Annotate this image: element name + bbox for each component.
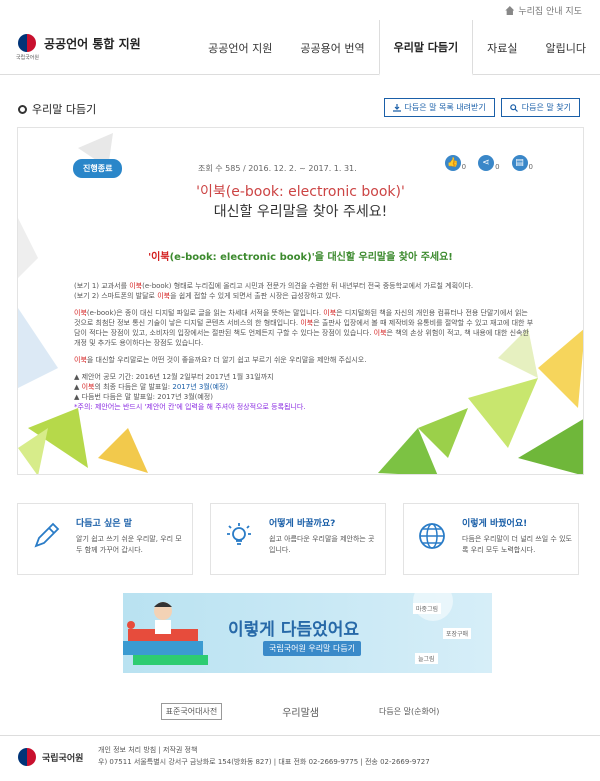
promo-banner[interactable]: 이렇게 다듬었어요 국립국어원 우리말 다듬기 마중그림 포장구매 늘그림 <box>123 593 492 673</box>
like-button[interactable]: 👍 0 <box>444 155 466 171</box>
feature-changed-words[interactable]: 이렇게 바꿨어요! 다듬은 우리말이 더 널리 쓰일 수 있도록 우리 모두 노… <box>403 503 579 575</box>
post-title-term: '이북(e-book: electronic book)' <box>196 184 405 200</box>
nav-public-term-translation[interactable]: 공공용어 번역 <box>286 20 378 75</box>
footer-logo: 국립국어원 <box>18 748 83 766</box>
nav-resources[interactable]: 자료실 <box>473 20 531 75</box>
post-title: 대신할 우리말을 찾아 주세요! <box>213 204 388 220</box>
footer-info: 개인 정보 처리 방침 | 저작권 정책 우) 07511 서울특별시 강서구 금… <box>98 746 430 766</box>
globe-icon <box>419 523 445 549</box>
family-site-urimalsaem[interactable]: 우리말샘 <box>282 704 319 719</box>
thumbs-up-icon: 👍 <box>444 155 461 171</box>
share-button[interactable]: ⋖ 0 <box>478 155 500 171</box>
family-sites: 표준국어대사전 우리말샘 다듬은 말(순화어) <box>0 703 600 720</box>
post-headline: '이북(e-book: electronic book)'을 대신할 우리말을 … <box>148 252 453 263</box>
nav-notices[interactable]: 알립니다 <box>532 20 600 75</box>
nav-refine-words[interactable]: 우리말 다듬기 <box>378 20 474 76</box>
download-icon <box>392 103 401 112</box>
download-list-button[interactable]: 다듬은 말 목록 내려받기 <box>383 98 495 117</box>
post-card: 진행종료 조회 수 585 / 2016. 12. 2. ~ 2017. 1. … <box>17 127 584 475</box>
emblem-icon: 국립국어원 <box>16 34 39 61</box>
nav-public-language[interactable]: 공공언어 지원 <box>194 20 286 75</box>
bullet-icon <box>18 104 27 114</box>
doc-button[interactable]: ▤ 0 <box>511 155 533 171</box>
feature-how-to-change[interactable]: 어떻게 바꿀까요? 쉽고 아름다운 우리말을 제안하는 곳입니다. <box>210 503 386 575</box>
emblem-icon <box>18 748 36 766</box>
share-icon: ⋖ <box>478 155 495 171</box>
post-meta: 조회 수 585 / 2016. 12. 2. ~ 2017. 1. 31. <box>198 164 357 173</box>
feature-suggest-words[interactable]: 다듬고 싶은 말 알기 쉽고 쓰기 쉬운 우리말, 우리 모두 함께 가꾸어 갑… <box>17 503 193 575</box>
page-title: 우리말 다듬기 <box>18 101 96 117</box>
lightbulb-icon <box>227 523 251 545</box>
header: 국립국어원 공공언어 통합 지원 공공언어 지원 공공용어 번역 우리말 다듬기… <box>0 20 600 76</box>
search-icon <box>509 103 518 112</box>
banner-subtitle: 국립국어원 우리말 다듬기 <box>263 641 362 656</box>
site-name: 공공언어 통합 지원 <box>44 36 141 51</box>
home-icon <box>505 6 515 15</box>
site-logo[interactable]: 국립국어원 공공언어 통합 지원 <box>16 34 141 61</box>
search-words-button[interactable]: 다듬은 말 찾기 <box>500 98 580 117</box>
pencil-icon <box>34 522 60 548</box>
footer: 국립국어원 개인 정보 처리 방침 | 저작권 정책 우) 07511 서울특별시… <box>0 735 600 781</box>
family-site-refined-words[interactable]: 다듬은 말(순화어) <box>379 706 439 717</box>
footer-links[interactable]: 개인 정보 처리 방침 | 저작권 정책 <box>98 746 197 754</box>
document-icon: ▤ <box>511 155 528 171</box>
sitemap-link[interactable]: 누리집 안내 지도 <box>505 4 582 17</box>
status-badge: 진행종료 <box>73 159 123 178</box>
post-body: (보기 1) 교과서를 이북(e-book) 형태로 누리집에 올리고 시민과 … <box>74 282 534 411</box>
family-site-standard-dictionary[interactable]: 표준국어대사전 <box>160 703 223 720</box>
main-nav: 공공언어 지원 공공용어 번역 우리말 다듬기 자료실 알립니다 <box>194 20 600 76</box>
banner-headline: 이렇게 다듬었어요 <box>228 620 360 640</box>
